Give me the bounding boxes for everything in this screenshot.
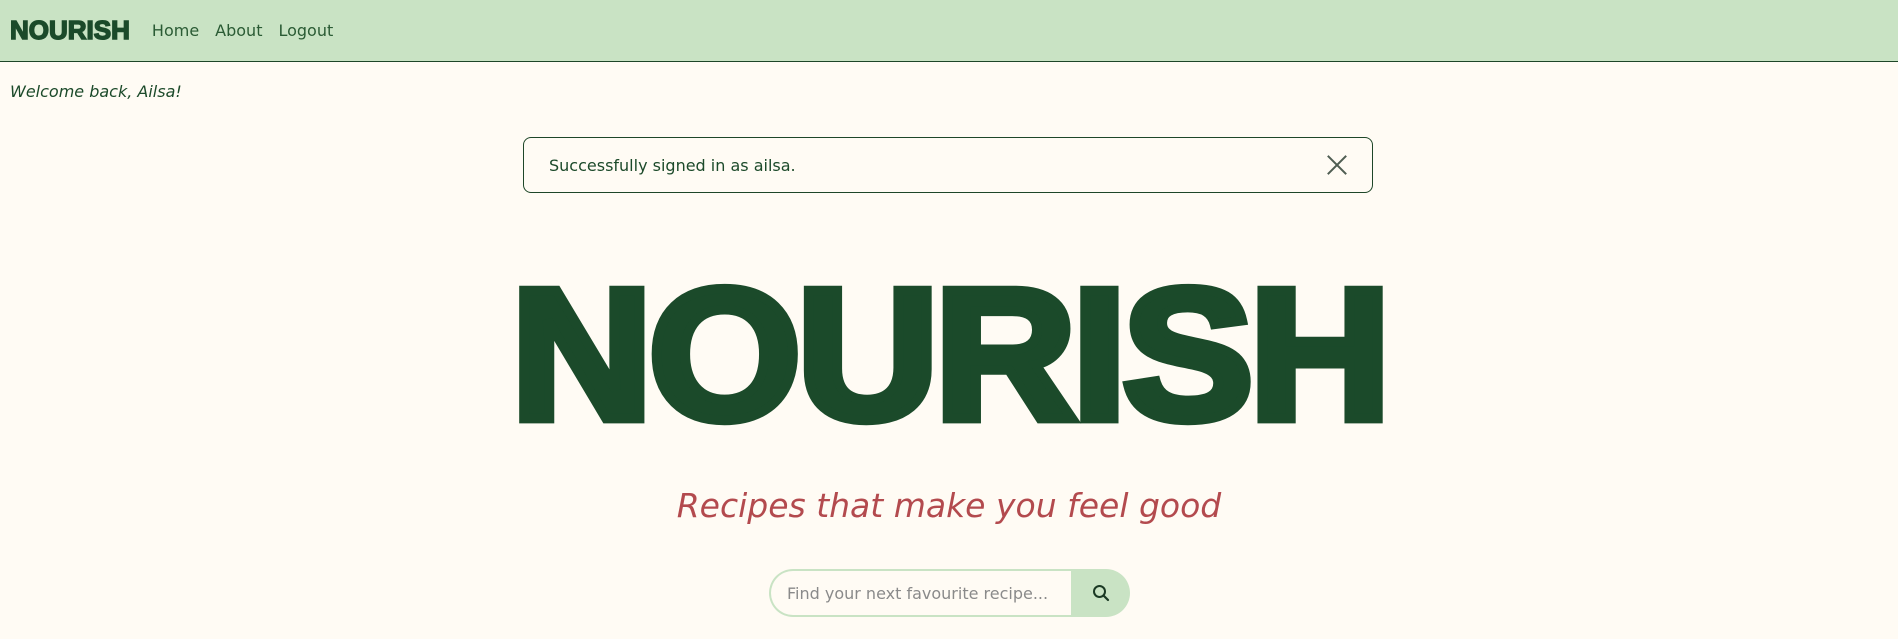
hero-tagline: Recipes that make you feel good [676, 486, 1222, 525]
signin-alert: Successfully signed in as ailsa. [523, 137, 1373, 193]
navbar: NOURISH Home About Logout [0, 0, 1898, 62]
close-icon[interactable] [1326, 154, 1348, 176]
nav-link-about[interactable]: About [215, 21, 262, 40]
search-button[interactable] [1071, 569, 1130, 617]
search-input[interactable] [769, 569, 1071, 617]
nav-link-logout[interactable]: Logout [278, 21, 333, 40]
welcome-message: Welcome back, Ailsa! [10, 82, 182, 101]
nav-link-home[interactable]: Home [152, 21, 199, 40]
search-icon [1092, 585, 1109, 602]
brand-logo[interactable]: NOURISH [9, 14, 130, 46]
hero-title: NOURISH [506, 250, 1396, 459]
alert-message: Successfully signed in as ailsa. [549, 155, 796, 175]
search-form [769, 569, 1130, 617]
